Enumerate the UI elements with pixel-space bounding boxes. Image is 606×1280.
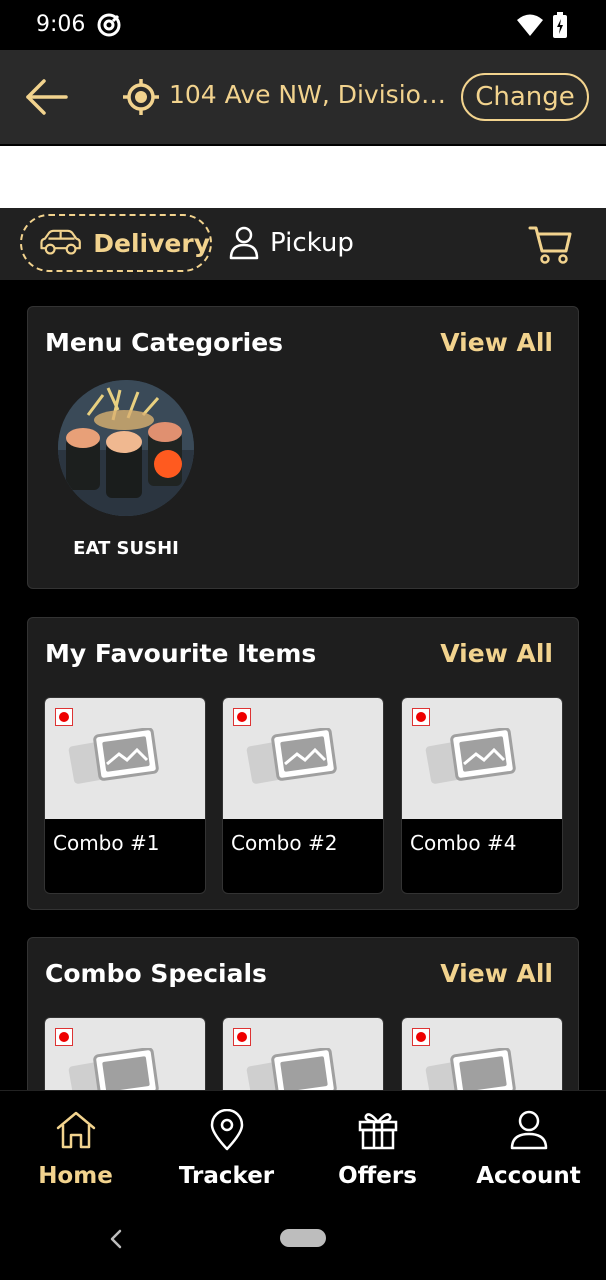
non-veg-indicator-icon — [55, 1028, 73, 1046]
non-veg-indicator-icon — [55, 708, 73, 726]
cart-icon[interactable] — [528, 225, 572, 265]
pickup-label: Pickup — [270, 228, 354, 258]
nav-offers-label: Offers — [338, 1163, 417, 1189]
non-veg-indicator-icon — [412, 1028, 430, 1046]
combo-specials-view-all[interactable]: View All — [440, 959, 553, 988]
person-icon — [229, 226, 259, 260]
item-image-placeholder — [223, 698, 383, 819]
menu-categories-title: Menu Categories — [45, 328, 284, 357]
image-placeholder-icon — [246, 728, 337, 784]
status-time: 9:06 — [36, 12, 86, 37]
image-placeholder-icon — [68, 728, 159, 784]
home-icon — [56, 1111, 96, 1149]
change-address-button[interactable]: Change — [461, 73, 589, 121]
wifi-icon — [517, 14, 543, 36]
image-placeholder-icon — [425, 728, 516, 784]
nav-home-label: Home — [38, 1163, 113, 1189]
item-image-placeholder — [45, 698, 205, 819]
category-label: EAT SUSHI — [73, 538, 179, 559]
location-target-icon — [123, 79, 159, 115]
nav-tracker[interactable]: Tracker — [151, 1091, 302, 1199]
nav-offers[interactable]: Offers — [302, 1091, 453, 1199]
favourite-item[interactable]: Combo #2 — [222, 697, 384, 894]
category-image — [58, 380, 194, 516]
favourites-title: My Favourite Items — [45, 639, 317, 668]
app-header: 104 Ave NW, Division... Change — [0, 50, 606, 144]
delivery-label: Delivery — [93, 228, 210, 258]
user-icon — [510, 1110, 548, 1150]
system-home-pill[interactable] — [280, 1229, 326, 1247]
item-name: Combo #2 — [231, 831, 338, 855]
non-veg-indicator-icon — [233, 708, 251, 726]
nav-tracker-label: Tracker — [178, 1163, 275, 1189]
back-arrow-icon[interactable] — [24, 76, 70, 118]
notification-icon — [97, 13, 121, 37]
non-veg-indicator-icon — [233, 1028, 251, 1046]
order-mode-bar: Delivery Pickup — [0, 208, 606, 280]
item-image-placeholder — [402, 698, 562, 819]
delivery-address[interactable]: 104 Ave NW, Division... — [169, 80, 457, 109]
category-item[interactable]: EAT SUSHI — [58, 380, 194, 559]
pickup-toggle[interactable]: Pickup — [228, 220, 354, 266]
menu-categories-view-all[interactable]: View All — [440, 328, 553, 357]
favourite-item[interactable]: Combo #1 — [44, 697, 206, 894]
search-bar[interactable] — [0, 146, 606, 208]
system-navigation-bar — [0, 1198, 606, 1280]
item-name: Combo #1 — [53, 831, 160, 855]
delivery-toggle[interactable]: Delivery — [20, 214, 212, 272]
menu-categories-card: Menu Categories View All EAT SUSHI — [27, 306, 579, 589]
nav-account[interactable]: Account — [453, 1091, 604, 1199]
favourites-view-all[interactable]: View All — [440, 639, 553, 668]
battery-icon — [553, 12, 567, 38]
item-name: Combo #4 — [410, 831, 517, 855]
non-veg-indicator-icon — [412, 708, 430, 726]
system-back-icon[interactable] — [106, 1228, 126, 1250]
combo-specials-title: Combo Specials — [45, 959, 267, 988]
car-icon — [40, 229, 81, 255]
favourites-card: My Favourite Items View All Combo #1 Com… — [27, 617, 579, 910]
nav-home[interactable]: Home — [0, 1091, 151, 1199]
nav-account-label: Account — [476, 1163, 581, 1189]
favourite-item[interactable]: Combo #4 — [401, 697, 563, 894]
bottom-navigation: Home Tracker Offers Account — [0, 1090, 606, 1198]
status-bar: 9:06 — [0, 0, 606, 50]
location-pin-icon — [210, 1109, 244, 1151]
gift-icon — [358, 1113, 398, 1150]
